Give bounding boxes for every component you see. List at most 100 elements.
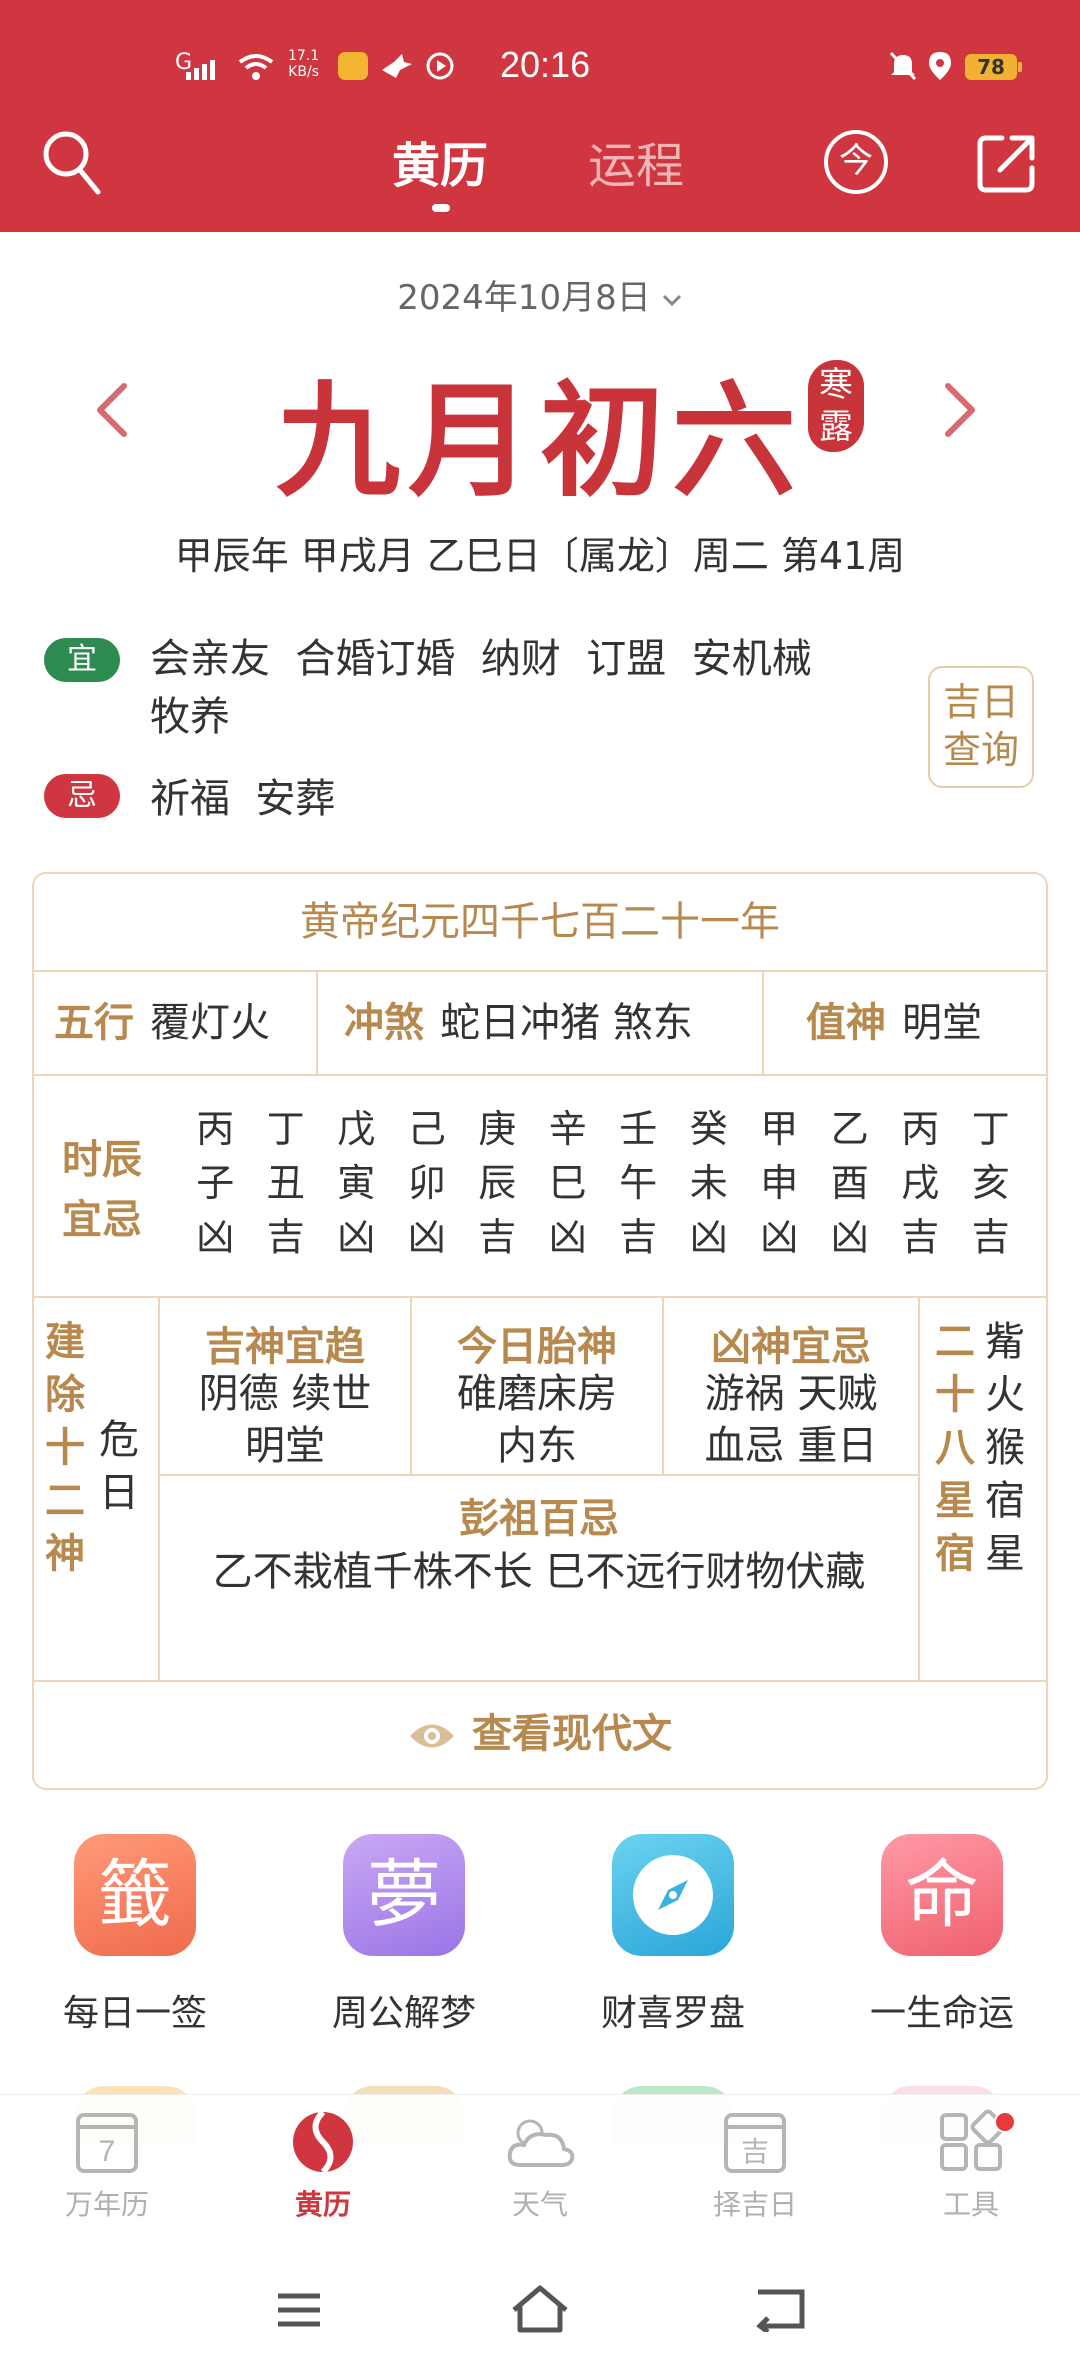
share-icon[interactable] xyxy=(976,132,1038,194)
tool-dream-interpretation[interactable]: 夢 周公解梦 xyxy=(304,1834,504,2036)
shichen-zhi: 巳 xyxy=(548,1161,587,1205)
shichen-luck: 凶 xyxy=(196,1215,235,1259)
tool-label: 一生命运 xyxy=(869,1993,1014,2034)
mute-bell-icon xyxy=(889,51,917,81)
tool-fortune-compass[interactable]: 财喜罗盘 xyxy=(573,1834,773,2036)
bottom-tab-bar: 7 万年历 黄历 天气 吉 择吉日 工具 xyxy=(0,2094,1080,2244)
shichen-luck: 吉 xyxy=(901,1215,940,1259)
tab-huangli[interactable]: 黄历 xyxy=(392,126,488,196)
ji-badge: 忌 xyxy=(44,774,120,818)
location-icon xyxy=(929,52,951,80)
home-icon[interactable] xyxy=(508,2284,572,2334)
yi-activities: 会亲友 合婚订婚 纳财 订盟 安机械 牧养 xyxy=(150,630,910,746)
shichen-luck: 凶 xyxy=(830,1215,869,1259)
chongsha-label: 冲煞 xyxy=(344,1000,424,1046)
taishen-line-1: 碓磨床房 xyxy=(457,1371,617,1417)
shichen-luck: 凶 xyxy=(407,1215,446,1259)
shichen-column: 丙子凶 xyxy=(180,1102,251,1264)
shichen-gan: 己 xyxy=(407,1107,446,1151)
shichen-zhi: 酉 xyxy=(830,1161,869,1205)
tab-zejiri[interactable]: 吉 择吉日 xyxy=(690,2109,820,2223)
shichen-gan: 戊 xyxy=(337,1107,376,1151)
jishen-label: 吉神宜趋 xyxy=(205,1324,365,1370)
shichen-column: 丙戌吉 xyxy=(885,1102,956,1264)
view-modern-text-button[interactable]: 查看现代文 xyxy=(34,1680,1046,1788)
shichen-zhi: 辰 xyxy=(478,1161,517,1205)
wuxing-value: 覆灯火 xyxy=(150,1000,270,1046)
shichen-grid: 丙子凶丁丑吉戊寅凶己卯凶庚辰吉辛巳凶壬午吉癸未凶甲申凶乙酉凶丙戌吉丁亥吉 xyxy=(180,1102,1026,1264)
cloud-sun-icon xyxy=(507,2119,575,2167)
shichen-zhi: 午 xyxy=(619,1161,658,1205)
shichen-gan: 壬 xyxy=(619,1107,658,1151)
auspicious-calendar-icon-text: 吉 xyxy=(741,2135,769,2168)
ji-activities: 祈福 安葬 xyxy=(150,776,336,822)
shichen-gan: 庚 xyxy=(478,1107,517,1151)
zhishen-label: 值神 xyxy=(806,1000,886,1046)
shichen-luck: 凶 xyxy=(689,1215,728,1259)
pengzu-text: 乙不栽植千株不长 巳不远行财物伏藏 xyxy=(212,1549,866,1595)
shichen-luck: 吉 xyxy=(266,1215,305,1259)
wuxing-label: 五行 xyxy=(54,1000,134,1046)
wifi-icon xyxy=(238,54,274,80)
yi-line-2: 牧养 xyxy=(150,694,230,740)
chongsha-cell: 冲煞 蛇日冲猪 煞东 xyxy=(344,972,693,1074)
shichen-gan: 乙 xyxy=(830,1107,869,1151)
ganzhi-line: 甲辰年 甲戌月 乙巳日〔属龙〕周二 第41周 xyxy=(174,534,906,578)
clock: 20:16 xyxy=(500,44,591,85)
taishen-label: 今日胎神 xyxy=(457,1324,617,1370)
dream-icon: 夢 xyxy=(343,1834,465,1956)
tab-tools[interactable]: 工具 xyxy=(906,2109,1036,2223)
tool-label: 周公解梦 xyxy=(331,1993,476,2034)
shichen-column: 辛巳凶 xyxy=(533,1102,604,1264)
back-icon[interactable] xyxy=(752,2286,808,2332)
yi-badge: 宜 xyxy=(44,638,120,682)
shichen-zhi: 亥 xyxy=(971,1161,1010,1205)
taishen-line-2: 内东 xyxy=(497,1423,577,1469)
calendar-icon-text: 7 xyxy=(99,2135,116,2168)
shichen-column: 丁亥吉 xyxy=(956,1102,1027,1264)
jishen-line-2: 明堂 xyxy=(245,1423,325,1469)
next-day-arrow-icon[interactable] xyxy=(940,380,980,440)
auspicious-day-query-button[interactable]: 吉日 查询 xyxy=(928,666,1034,788)
tab-huangli-bottom[interactable]: 黄历 xyxy=(258,2109,388,2223)
shichen-zhi: 申 xyxy=(760,1161,799,1205)
today-glyph: 今 xyxy=(839,141,873,181)
pengzu-label: 彭祖百忌 xyxy=(459,1496,619,1542)
tab-wannianli[interactable]: 7 万年历 xyxy=(42,2109,172,2223)
tool-life-destiny[interactable]: 命 一生命运 xyxy=(842,1834,1042,2036)
shichen-gan: 癸 xyxy=(689,1107,728,1151)
shichen-column: 戊寅凶 xyxy=(321,1102,392,1264)
battery-indicator: 78 xyxy=(965,54,1022,80)
net-speed-unit: KB/s xyxy=(288,64,319,80)
xingxiu-label: 二十八星宿 xyxy=(935,1319,975,1577)
app-header: G 17.1 KB/s 20:16 78 黄历 运程 今 xyxy=(0,0,1080,232)
calendar-icon: 7 xyxy=(76,2113,138,2173)
shichen-column: 庚辰吉 xyxy=(462,1102,533,1264)
today-button[interactable]: 今 xyxy=(824,130,888,194)
tab-weather[interactable]: 天气 xyxy=(475,2109,605,2223)
huangli-logo-icon xyxy=(293,2109,353,2175)
search-icon[interactable] xyxy=(42,130,102,196)
shichen-column: 己卯凶 xyxy=(392,1102,463,1264)
date-picker[interactable]: 2024年10月8日 xyxy=(0,270,1080,319)
signal-icon xyxy=(186,60,215,80)
jiri-btn-line-2: 查询 xyxy=(942,728,1019,772)
net-speed-value: 17.1 xyxy=(288,48,320,64)
bird-notification-icon xyxy=(382,54,412,78)
solar-term-char-2: 露 xyxy=(819,407,853,447)
tab-yuncheng[interactable]: 运程 xyxy=(588,126,684,196)
notification-dot xyxy=(994,2111,1016,2133)
tool-daily-lot[interactable]: 籤 每日一签 xyxy=(35,1834,235,2036)
auspicious-calendar-icon: 吉 xyxy=(724,2113,786,2173)
view-modern-label: 查看现代文 xyxy=(472,1711,672,1757)
shichen-gan: 甲 xyxy=(760,1107,799,1151)
shichen-zhi: 寅 xyxy=(337,1161,376,1205)
tab-label: 万年历 xyxy=(64,2188,149,2221)
active-tab-indicator xyxy=(432,204,450,212)
chongsha-value: 蛇日冲猪 煞东 xyxy=(440,1000,693,1046)
xiongshen-label: 凶神宜忌 xyxy=(711,1324,871,1370)
solar-term-char-1: 寒 xyxy=(819,365,853,405)
net-speed: 17.1 KB/s xyxy=(288,48,319,80)
status-bar: G 17.1 KB/s 20:16 78 xyxy=(0,40,1080,96)
menu-icon[interactable] xyxy=(274,2290,324,2330)
